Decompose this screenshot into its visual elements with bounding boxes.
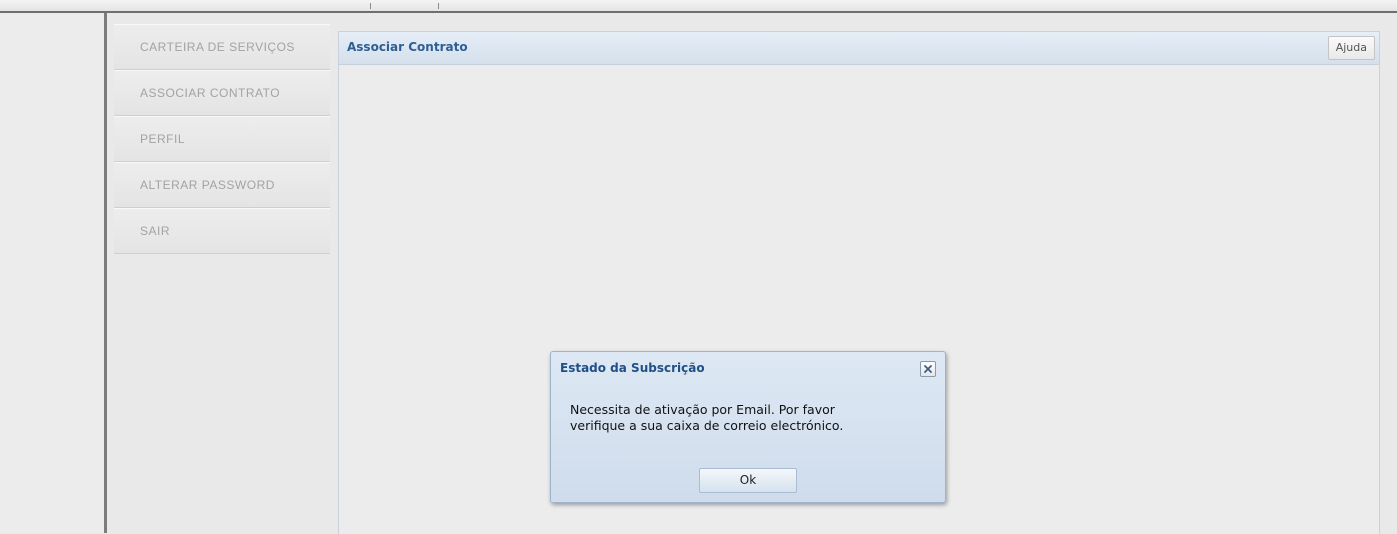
dialog-message-line: Necessita de ativação por Email. Por fav…	[570, 402, 835, 417]
sidebar-item-carteira-de-servicos[interactable]: CARTEIRA DE SERVIÇOS	[114, 24, 330, 70]
top-bar-tick	[370, 3, 371, 9]
top-bar-tick	[438, 3, 439, 9]
sidebar-item-label: ALTERAR PASSWORD	[140, 178, 275, 192]
sidebar-item-associar-contrato[interactable]: ASSOCIAR CONTRATO	[114, 70, 330, 116]
sidebar-menu: CARTEIRA DE SERVIÇOS ASSOCIAR CONTRATO P…	[114, 24, 330, 254]
ok-button[interactable]: Ok	[699, 468, 797, 493]
page-title: Associar Contrato	[347, 40, 468, 54]
sidebar-item-label: SAIR	[140, 224, 171, 238]
top-bar	[0, 0, 1397, 13]
panel-header: Associar Contrato Ajuda	[339, 32, 1379, 65]
sidebar-item-sair[interactable]: SAIR	[114, 208, 330, 254]
dialog-message-line: verifique a sua caixa de correio electró…	[570, 418, 844, 433]
close-icon[interactable]	[920, 361, 936, 377]
left-gutter	[0, 13, 107, 533]
sidebar-item-label: PERFIL	[140, 132, 186, 146]
dialog-title: Estado da Subscrição	[560, 361, 705, 375]
sidebar-item-label: ASSOCIAR CONTRATO	[140, 86, 281, 100]
dialog-message: Necessita de ativação por Email. Por fav…	[570, 402, 900, 434]
sidebar-item-alterar-password[interactable]: ALTERAR PASSWORD	[114, 162, 330, 208]
subscription-status-dialog: Estado da Subscrição Necessita de ativaç…	[550, 351, 946, 503]
sidebar-item-label: CARTEIRA DE SERVIÇOS	[140, 40, 295, 54]
sidebar-item-perfil[interactable]: PERFIL	[114, 116, 330, 162]
help-button[interactable]: Ajuda	[1327, 36, 1375, 60]
